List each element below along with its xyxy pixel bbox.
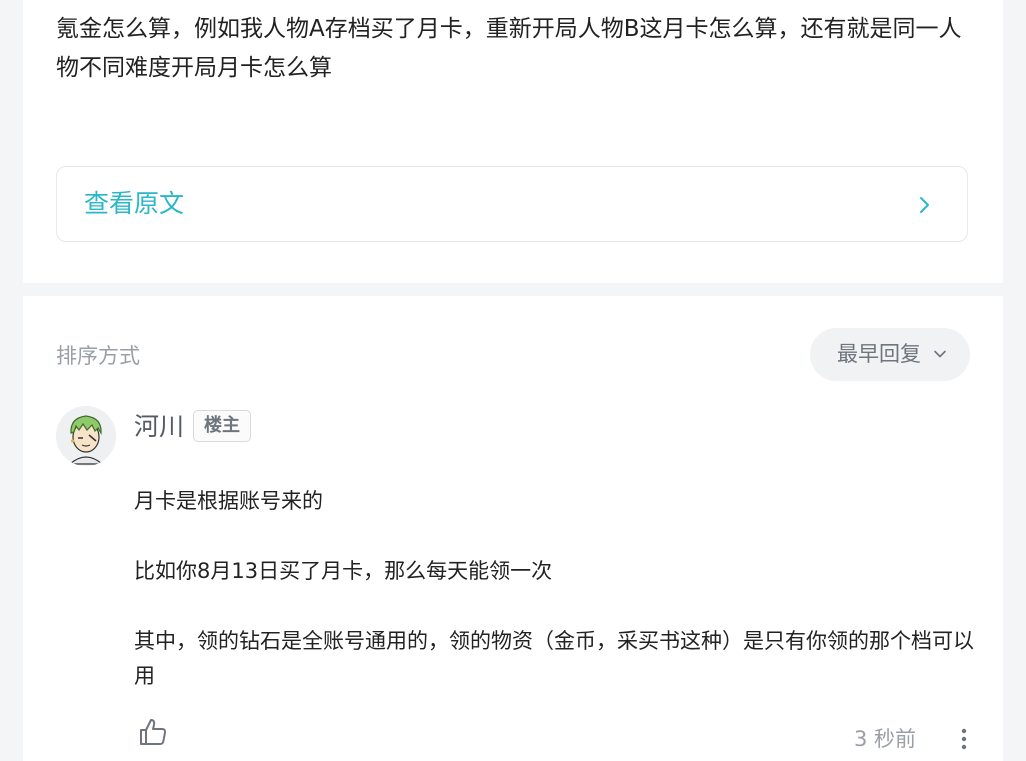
reply-timestamp: 3 秒前 bbox=[854, 727, 917, 751]
reply-paragraph: 月卡是根据账号来的 bbox=[134, 489, 323, 513]
sort-selected-label: 最早回复 bbox=[837, 342, 921, 366]
chevron-down-icon bbox=[934, 350, 946, 358]
chevron-right-icon bbox=[920, 197, 929, 213]
replies-card: 排序方式 最早回复 河川 楼主 月卡是根据账号来的 比如你8月13日买了月卡，那… bbox=[23, 296, 1003, 761]
avatar[interactable] bbox=[56, 406, 116, 466]
thumbs-up-icon[interactable] bbox=[137, 716, 169, 748]
avatar-image bbox=[56, 406, 116, 466]
reply-username[interactable]: 河川 bbox=[134, 410, 184, 444]
reply-paragraph: 其中，领的钻石是全账号通用的，领的物资（金币，采买书这种）是只有你领的那个档可以… bbox=[134, 629, 974, 688]
sort-order-dropdown[interactable]: 最早回复 bbox=[810, 328, 970, 381]
post-card: 氪金怎么算，例如我人物A存档买了月卡，重新开局人物B这月卡怎么算，还有就是同一人… bbox=[23, 0, 1003, 283]
more-vertical-icon[interactable] bbox=[958, 725, 970, 753]
sort-label: 排序方式 bbox=[56, 344, 140, 368]
post-body: 氪金怎么算，例如我人物A存档买了月卡，重新开局人物B这月卡怎么算，还有就是同一人… bbox=[56, 16, 962, 81]
op-badge: 楼主 bbox=[193, 410, 251, 442]
view-original-button[interactable]: 查看原文 bbox=[56, 166, 968, 242]
reply-paragraph: 比如你8月13日买了月卡，那么每天能领一次 bbox=[134, 559, 553, 583]
reply-content: 月卡是根据账号来的 比如你8月13日买了月卡，那么每天能领一次 其中，领的钻石是… bbox=[134, 484, 974, 694]
view-original-label: 查看原文 bbox=[84, 189, 185, 218]
